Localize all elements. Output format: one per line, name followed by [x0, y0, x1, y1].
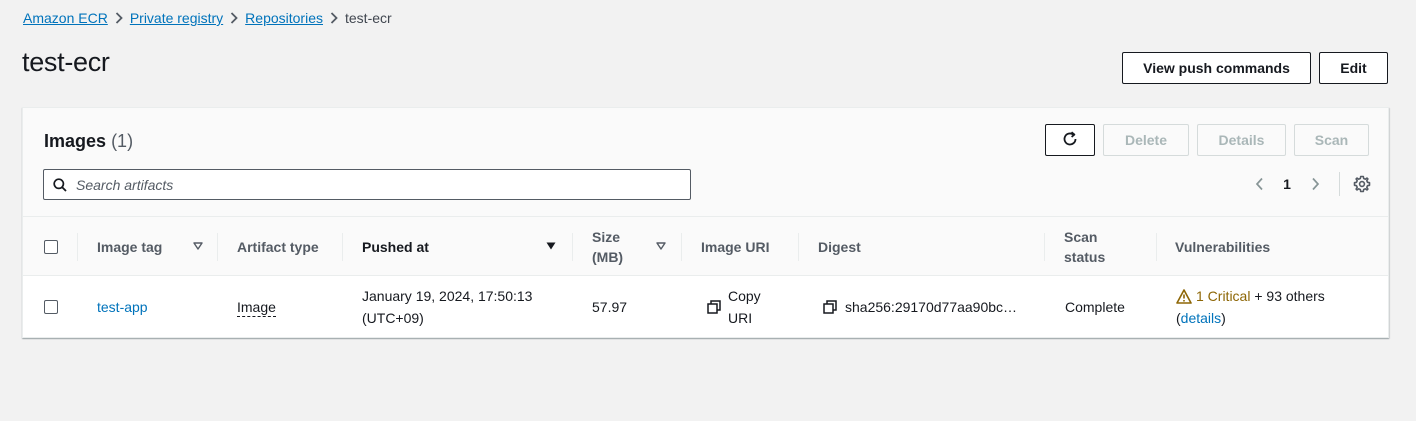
refresh-icon — [1061, 130, 1079, 151]
gear-icon — [1353, 175, 1371, 193]
pagination: 1 — [1247, 172, 1374, 196]
pushed-at-line2: (UTC+09) — [362, 310, 424, 326]
copy-uri-line1: Copy — [728, 288, 761, 304]
images-heading: Images (1) — [44, 131, 133, 152]
next-page-button[interactable] — [1303, 172, 1327, 196]
chevron-right-icon — [1311, 177, 1319, 191]
row-select-checkbox[interactable] — [44, 276, 58, 338]
chevron-left-icon — [1255, 177, 1263, 191]
copy-uri-label: Copy URI — [728, 285, 761, 329]
others-count: + 93 others — [1250, 288, 1325, 304]
column-header-pushed-at[interactable]: Pushed at — [362, 217, 429, 276]
sort-unsorted-icon — [193, 242, 203, 250]
sort-unsorted-icon — [656, 242, 666, 250]
chevron-right-icon — [108, 12, 130, 24]
current-page-number[interactable]: 1 — [1271, 176, 1303, 192]
column-header-size-line1: Size — [592, 228, 621, 245]
delete-button[interactable]: Delete — [1103, 124, 1189, 156]
column-header-vulnerabilities: Vulnerabilities — [1175, 238, 1271, 255]
column-header-size-line2: (MB) — [592, 248, 624, 265]
sort-descending-icon — [546, 242, 556, 250]
view-push-commands-button[interactable]: View push commands — [1122, 52, 1311, 84]
vulnerabilities-value: 1 Critical + 93 others (details) — [1176, 276, 1325, 338]
breadcrumb-private-registry[interactable]: Private registry — [130, 10, 223, 26]
column-header-image-uri: Image URI — [701, 238, 770, 255]
chevron-right-icon — [323, 12, 345, 24]
images-title: Images — [44, 131, 107, 151]
previous-page-button[interactable] — [1247, 172, 1271, 196]
digest-text: sha256:29170d77aa90bc… — [845, 299, 1018, 315]
images-panel: Images (1) Delete Details Scan 1 — [22, 107, 1389, 338]
chevron-right-icon — [223, 12, 245, 24]
search-input[interactable] — [76, 176, 676, 193]
scan-status-value: Complete — [1065, 299, 1125, 315]
column-header-size[interactable]: Size (MB) — [592, 217, 623, 276]
refresh-button[interactable] — [1045, 124, 1095, 156]
details-button[interactable]: Details — [1197, 124, 1286, 156]
warning-icon — [1176, 288, 1192, 304]
critical-count: 1 Critical — [1196, 288, 1251, 304]
copy-icon — [707, 300, 721, 314]
breadcrumb-repositories[interactable]: Repositories — [245, 10, 323, 26]
pushed-at-value: January 19, 2024, 17:50:13 (UTC+09) — [362, 276, 532, 338]
preferences-button[interactable] — [1350, 172, 1374, 196]
artifact-type-value[interactable]: Image — [237, 298, 276, 317]
pushed-at-line1: January 19, 2024, 17:50:13 — [362, 288, 533, 304]
search-icon — [44, 170, 76, 199]
images-panel-header: Images (1) Delete Details Scan 1 — [23, 108, 1388, 217]
images-count: (1) — [111, 131, 134, 151]
size-value: 57.97 — [592, 299, 628, 315]
breadcrumb: Amazon ECR Private registry Repositories… — [23, 8, 392, 28]
search-field[interactable] — [43, 169, 691, 200]
select-all-checkbox[interactable] — [44, 217, 58, 276]
image-tag-link[interactable]: test-app — [97, 296, 148, 318]
copy-uri-line2: URI — [728, 310, 753, 326]
copy-uri-button[interactable]: Copy URI — [707, 276, 761, 338]
vulnerability-details-link[interactable]: details — [1181, 310, 1221, 326]
column-header-scan-status: Scan status — [1064, 217, 1105, 276]
edit-button[interactable]: Edit — [1319, 52, 1388, 84]
paren-close: ) — [1221, 310, 1226, 326]
scan-button[interactable]: Scan — [1294, 124, 1369, 156]
table-row: test-app Image January 19, 2024, 17:50:1… — [23, 276, 1388, 338]
column-header-artifact-type[interactable]: Artifact type — [237, 217, 319, 276]
breadcrumb-current: test-ecr — [345, 10, 392, 26]
copy-icon[interactable] — [823, 300, 837, 314]
column-header-digest: Digest — [818, 238, 861, 255]
column-header-scan-line1: Scan — [1064, 228, 1098, 245]
breadcrumb-amazon-ecr[interactable]: Amazon ECR — [23, 10, 108, 26]
digest-value: sha256:29170d77aa90bc… — [823, 276, 1017, 338]
column-header-scan-line2: status — [1064, 248, 1106, 265]
pager-divider — [1339, 172, 1340, 196]
column-header-image-tag[interactable]: Image tag — [97, 217, 162, 276]
table-header: Image tag Artifact type Pushed at Size (… — [23, 217, 1388, 276]
page-title: test-ecr — [22, 47, 110, 77]
